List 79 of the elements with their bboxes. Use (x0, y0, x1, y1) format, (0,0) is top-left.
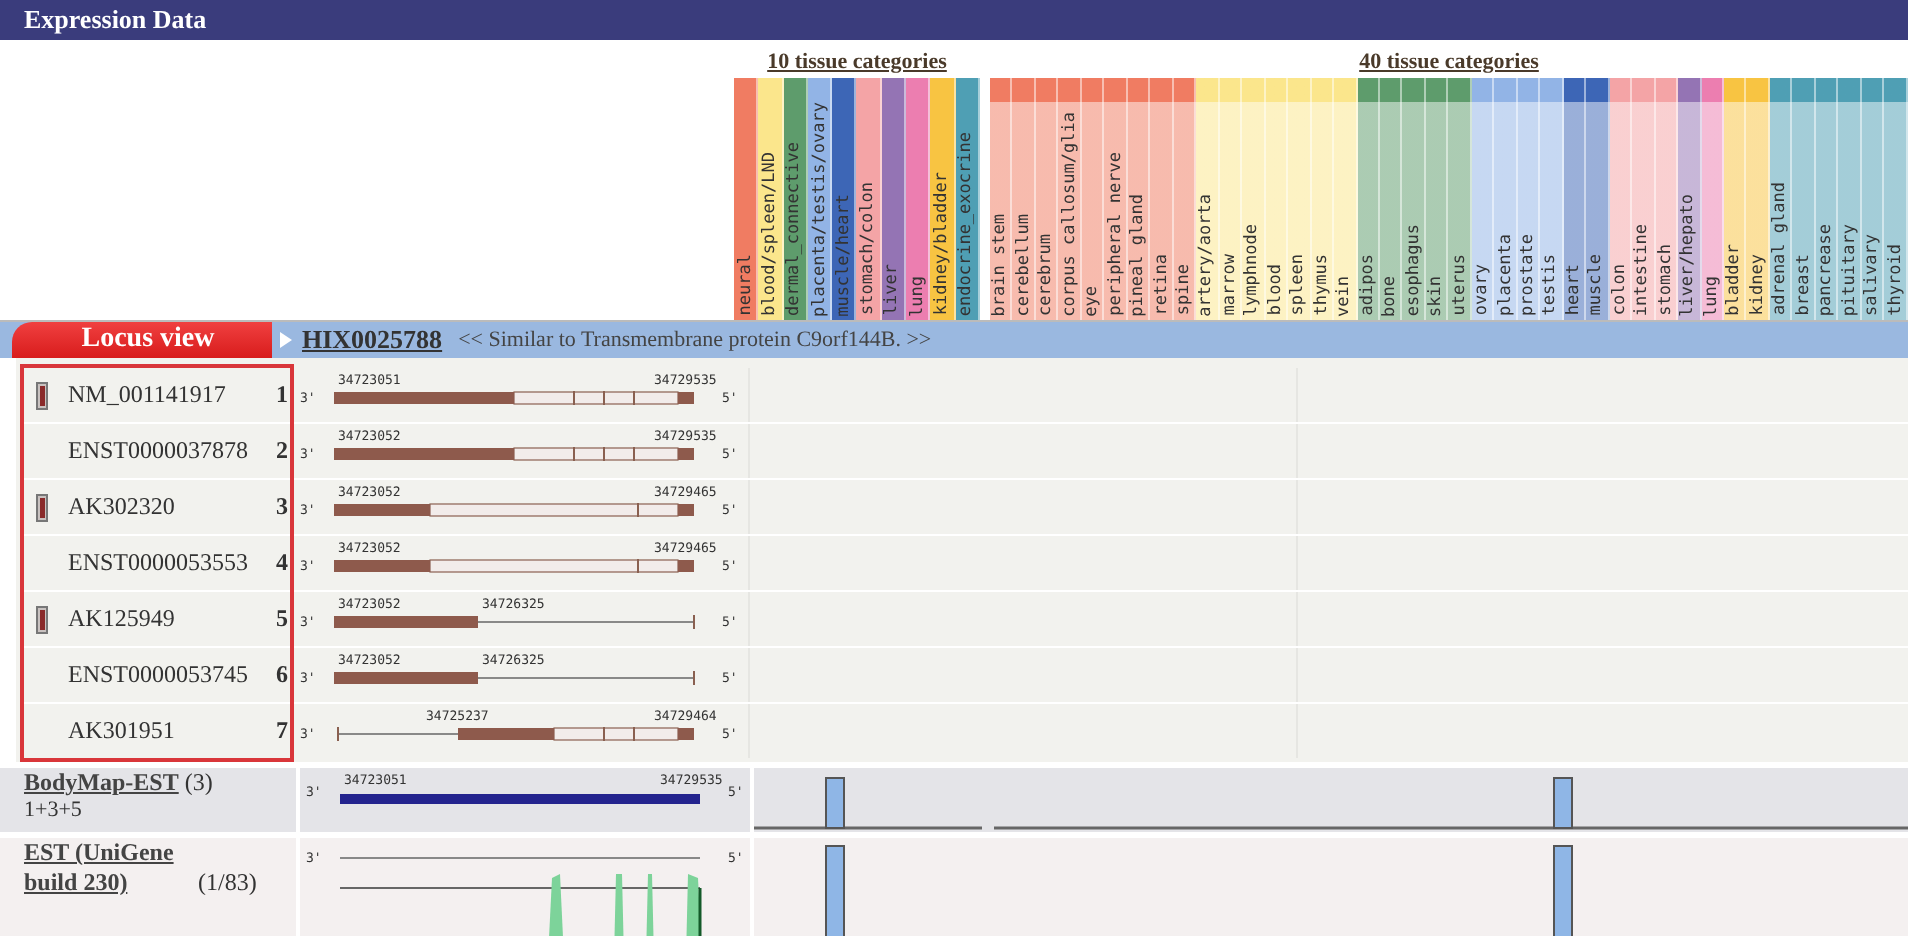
transcript-number: 6 (276, 660, 290, 690)
tissue-label: brain stem (990, 213, 1011, 316)
transcript-name[interactable]: ENST0000053745 (68, 660, 262, 690)
locus-view-tab[interactable]: Locus view (12, 322, 272, 358)
tissue-label: heart (1563, 264, 1584, 316)
tissue-label: intestine (1632, 223, 1653, 316)
track-members: 1+3+5 (24, 798, 84, 822)
tissue-label: uterus (1449, 254, 1470, 316)
tissue-label: ovary (1472, 264, 1493, 316)
transcript-number: 4 (276, 548, 290, 578)
tissue-label: marrow (1219, 254, 1240, 316)
transcript-number: 2 (276, 436, 290, 466)
tissue-label: kidney (1747, 254, 1768, 316)
tissue-label: retina (1151, 254, 1172, 316)
tissue-label: breast (1793, 254, 1814, 316)
tissue-label: spleen (1288, 254, 1309, 316)
track-count: (3) (184, 768, 213, 796)
tissue-label: liver/hepato (1678, 193, 1699, 316)
tissue-label: thymus (1311, 254, 1332, 316)
tissue-label: cerebrum (1036, 234, 1057, 316)
tissue-label: pineal gland (1128, 193, 1149, 316)
tissue-label: bladder (1724, 244, 1745, 316)
tissue-label: vein (1334, 275, 1355, 316)
tissue-label: spine (1173, 264, 1194, 316)
transcript-name[interactable]: AK302320 (68, 492, 262, 522)
transcript-name[interactable]: ENST0000037878 (68, 436, 262, 466)
gene-description: << Similar to Transmembrane protein C9orf144B. >> (458, 328, 932, 352)
tissue-label: prostate (1518, 234, 1539, 316)
tissue-label: bone (1380, 275, 1401, 316)
transcript-name[interactable]: AK125949 (68, 604, 262, 634)
tissue-label: pituitary (1839, 223, 1860, 316)
transcript-number: 3 (276, 492, 290, 522)
transcript-number: 1 (276, 380, 290, 410)
tissue-label: adrenal gland (1770, 182, 1791, 316)
transcript-name[interactable]: NM_001141917 (68, 380, 262, 410)
marker-icon (36, 381, 48, 409)
tissue-label: placenta (1495, 234, 1516, 316)
tissue-label: blood (1265, 264, 1286, 316)
category-heading-link[interactable]: 40 tissue categories (1359, 50, 1539, 78)
est-link[interactable]: EST (UniGene build 230) (24, 838, 192, 898)
tissue-label: skin (1426, 275, 1447, 316)
tissue-label: stomach/colon (858, 182, 879, 316)
tissue-label: liver (882, 264, 903, 316)
tissue-label: placenta/testis/ovary (809, 101, 830, 316)
tissue-label: testis (1540, 254, 1561, 316)
tissue-label: endocrine_exocrine (956, 131, 977, 316)
triangle-icon (280, 332, 292, 348)
transcript-name[interactable]: AK301951 (68, 716, 262, 746)
transcript-name[interactable]: ENST0000053553 (68, 548, 262, 578)
marker-icon (36, 605, 48, 633)
category-heading-link[interactable]: 10 tissue categories (767, 50, 947, 78)
panel-title: Expression Data (24, 4, 207, 36)
tissue-label: colon (1609, 264, 1630, 316)
tissue-label: kidney/bladder (932, 172, 953, 316)
tissue-label: lung (1701, 275, 1722, 316)
transcript-number: 5 (276, 604, 290, 634)
tissue-label: thyroid (1885, 244, 1906, 316)
tissue-label: stomach (1655, 244, 1676, 316)
tissue-label: blood/spleen/LND (759, 152, 780, 316)
gene-id-link[interactable]: HIX0025788 (302, 324, 443, 356)
transcript-number: 7 (276, 716, 290, 746)
tissue-label: lymphnode (1242, 223, 1263, 316)
tissue-label: pancrease (1816, 223, 1837, 316)
est-track-title: EST (UniGene build 230) (1/83) (24, 838, 259, 898)
marker-icon (36, 493, 48, 521)
tissue-label: artery/aorta (1196, 193, 1217, 316)
tissue-label: eye (1082, 285, 1103, 316)
tissue-label: neural (735, 254, 756, 316)
bodymap-link[interactable]: BodyMap-EST (24, 768, 179, 796)
tissue-label: cerebellum (1013, 213, 1034, 316)
tissue-label: lung (907, 275, 928, 316)
tissue-label: corpus callosum/glia (1059, 111, 1080, 316)
tissue-label: adipos (1357, 254, 1378, 316)
tissue-label: muscle (1586, 254, 1607, 316)
tissue-label: dermal_connective (784, 142, 805, 316)
tissue-label: peripheral nerve (1105, 152, 1126, 316)
tissue-label: salivary (1862, 234, 1883, 316)
tissue-label: esophagus (1403, 223, 1424, 316)
tissue-label: muscle/heart (833, 193, 854, 316)
